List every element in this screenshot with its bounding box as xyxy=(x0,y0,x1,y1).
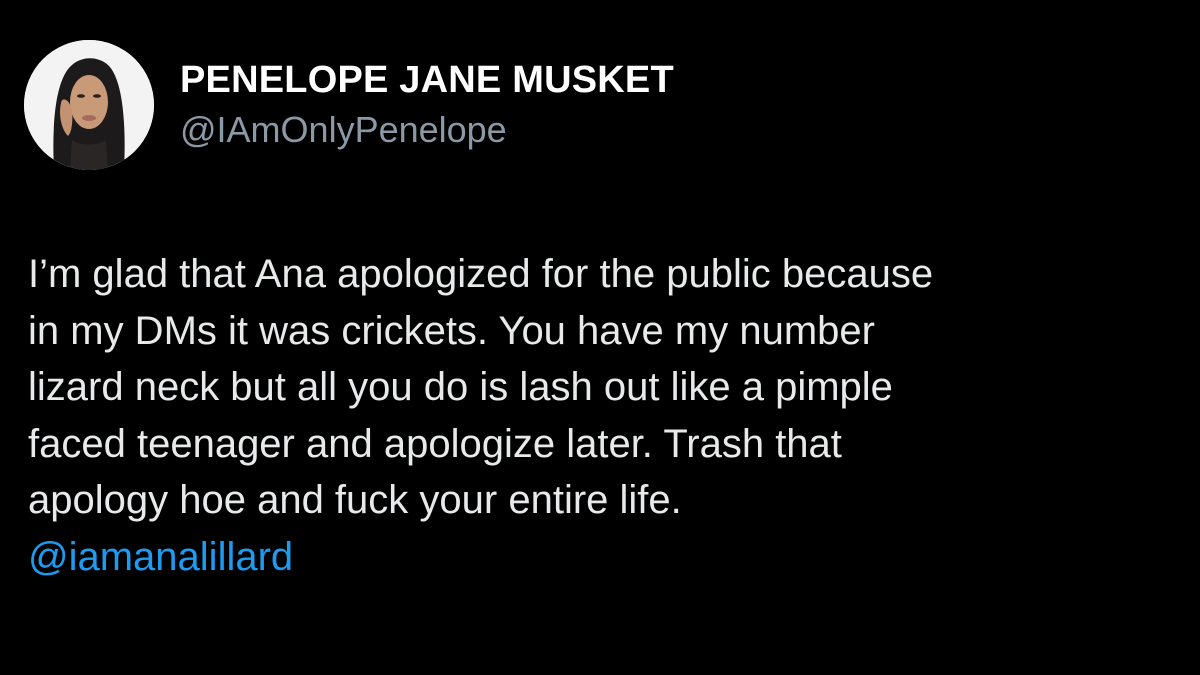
mention-link[interactable]: @iamanalillard xyxy=(28,529,293,586)
author-handle[interactable]: @IAmOnlyPenelope xyxy=(180,107,674,153)
tweet-header: PENELOPE JANE MUSKET @IAmOnlyPenelope xyxy=(24,40,674,170)
tweet-card: PENELOPE JANE MUSKET @IAmOnlyPenelope I’… xyxy=(0,0,1200,675)
author-names: PENELOPE JANE MUSKET @IAmOnlyPenelope xyxy=(180,57,674,153)
mention-line: @iamanalillard xyxy=(28,529,1178,586)
tweet-text-line: in my DMs it was crickets. You have my n… xyxy=(28,308,875,353)
avatar[interactable] xyxy=(24,40,154,170)
tweet-text-line: lizard neck but all you do is lash out l… xyxy=(28,365,893,409)
tweet-text-line: I’m glad that Ana apologized for the pub… xyxy=(28,252,934,296)
profile-photo-avatar-icon xyxy=(24,40,154,170)
author-display-name[interactable]: PENELOPE JANE MUSKET xyxy=(180,57,674,103)
tweet-text-line: faced teenager and apologize later. Tras… xyxy=(28,421,842,466)
tweet-text-line: apology hoe and fuck your entire life. xyxy=(28,478,682,522)
tweet-text: I’m glad that Ana apologized for the pub… xyxy=(28,246,1178,585)
